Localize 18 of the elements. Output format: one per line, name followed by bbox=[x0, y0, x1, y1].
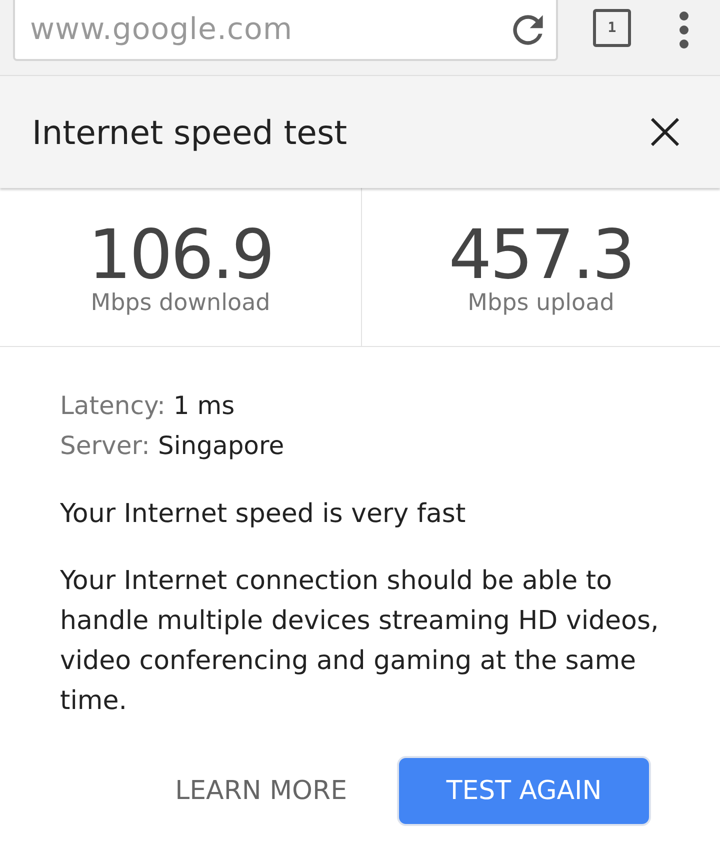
speed-label: Mbps upload bbox=[468, 289, 614, 317]
close-icon[interactable] bbox=[651, 118, 679, 146]
speed-label: Mbps download bbox=[90, 289, 270, 317]
reload-icon[interactable] bbox=[513, 14, 543, 44]
test-again-button[interactable]: TEST AGAIN bbox=[397, 756, 651, 826]
tab-switcher-button[interactable]: 1 bbox=[593, 9, 631, 47]
learn-more-link[interactable]: LEARN MORE bbox=[175, 776, 347, 806]
menu-icon[interactable] bbox=[679, 11, 689, 49]
card-title: Internet speed test bbox=[32, 112, 348, 152]
detail-label: Server: bbox=[60, 430, 150, 460]
speed-value: 106.9 bbox=[88, 223, 273, 289]
detail-value: 1 ms bbox=[173, 390, 235, 420]
detail-value: Singapore bbox=[158, 430, 284, 460]
detail-label: Latency: bbox=[60, 390, 166, 420]
speed-value: 457.3 bbox=[448, 223, 634, 289]
speed-description: Your Internet connection should be able to handle multiple devices streaming HD videos, video conferencing and gaming at the same time. bbox=[60, 565, 660, 718]
url-text: www.google.com bbox=[30, 12, 293, 48]
speed-verdict: Your Internet speed is very fast bbox=[60, 498, 466, 531]
